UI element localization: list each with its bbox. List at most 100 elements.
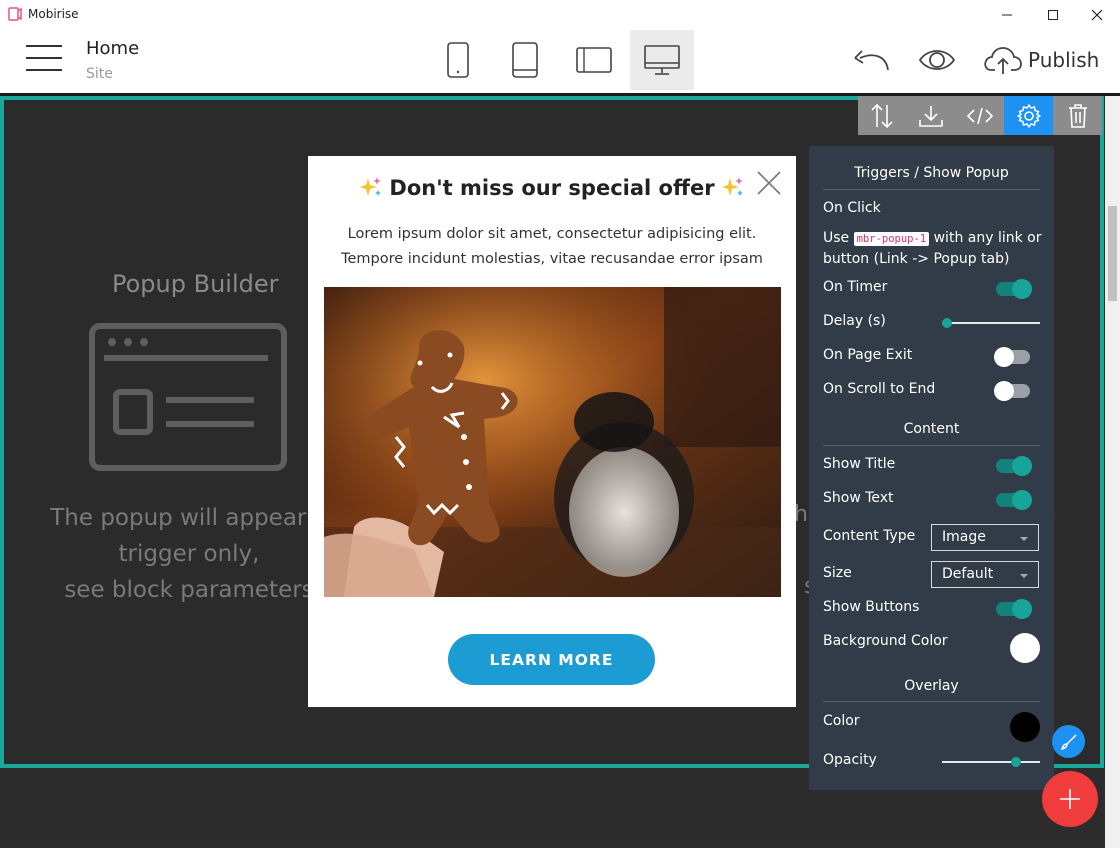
- publish-button[interactable]: Publish: [1028, 48, 1099, 72]
- page-title[interactable]: Home: [86, 38, 139, 59]
- show-buttons-toggle[interactable]: [996, 599, 1032, 619]
- device-tablet-button[interactable]: [493, 30, 557, 90]
- add-block-button[interactable]: [1042, 771, 1098, 827]
- triggers-heading: Triggers / Show Popup: [854, 165, 1009, 181]
- sparkles-icon: [721, 177, 743, 196]
- app-toolbar: Home Site Publish: [0, 30, 1120, 93]
- popup-text: Lorem ipsum dolor sit amet, consectetur …: [328, 222, 776, 271]
- popup-builder-title: Popup Builder: [112, 270, 279, 298]
- preview-eye-icon[interactable]: [918, 46, 956, 74]
- popup-id-code: mbr-popup-1: [853, 232, 930, 246]
- toggle-knob: [1012, 456, 1032, 476]
- phone-portrait-icon: [447, 42, 469, 78]
- close-window-button[interactable]: [1074, 0, 1120, 30]
- block-parameters-panel: Triggers / Show Popup On Click Use mbr-p…: [809, 146, 1054, 790]
- show-text-label: Show Text: [823, 490, 894, 506]
- show-title-label: Show Title: [823, 456, 896, 472]
- code-editor-button[interactable]: [956, 96, 1005, 135]
- hamburger-line: [26, 57, 62, 59]
- sparkles-icon: [360, 177, 382, 196]
- size-value: Default: [942, 566, 994, 582]
- slider-handle[interactable]: [1011, 757, 1021, 767]
- hamburger-line: [26, 69, 62, 71]
- scrollbar-thumb[interactable]: [1108, 206, 1117, 301]
- on-click-label: On Click: [823, 200, 881, 216]
- on-click-note: Use mbr-popup-1 with any link or button …: [823, 228, 1045, 269]
- minimize-icon: [1002, 14, 1012, 16]
- toggle-knob: [1012, 599, 1032, 619]
- description-line: trigger only,: [118, 541, 260, 567]
- popup-builder-description: The popup will appear o trigger only, se…: [34, 500, 344, 608]
- close-icon: [1091, 9, 1103, 21]
- save-block-button[interactable]: [907, 96, 956, 135]
- overlay-color-swatch[interactable]: [1010, 712, 1040, 742]
- maximize-button[interactable]: [1030, 0, 1076, 30]
- sort-arrows-icon: [871, 103, 893, 128]
- on-timer-toggle[interactable]: [996, 279, 1032, 299]
- cloud-upload-icon[interactable]: [983, 44, 1023, 76]
- mobirise-logo-icon: [8, 7, 22, 21]
- toggle-knob: [994, 381, 1014, 401]
- device-phone-button[interactable]: [426, 30, 490, 90]
- block-parameters-button[interactable]: [1004, 96, 1054, 135]
- overlay-heading: Overlay: [904, 678, 959, 694]
- slider-handle[interactable]: [942, 318, 952, 328]
- page-subtitle: Site: [86, 66, 113, 82]
- opacity-slider[interactable]: [942, 757, 1040, 767]
- device-desktop-button[interactable]: [630, 30, 694, 90]
- overlay-color-label: Color: [823, 713, 860, 729]
- move-block-button[interactable]: [858, 96, 907, 135]
- content-type-label: Content Type: [823, 528, 916, 544]
- menu-button[interactable]: [26, 45, 62, 75]
- block-actions-toolbar: [858, 96, 1102, 135]
- edit-style-button[interactable]: [1052, 725, 1085, 758]
- popup-text-line: Lorem ipsum dolor sit amet, consectetur …: [347, 226, 757, 242]
- window-title: Mobirise: [28, 7, 79, 21]
- popup-window-icon: [89, 323, 287, 471]
- title-bar: Mobirise: [0, 0, 1120, 30]
- popup-text-line: Tempore incidunt molestias, vitae recusa…: [341, 250, 763, 267]
- background-text-fragment: h: [794, 502, 808, 527]
- divider: [823, 445, 1040, 446]
- popup-title-text: Don't miss our special offer: [389, 176, 715, 200]
- hamburger-icon: [26, 45, 62, 47]
- background-color-label: Background Color: [823, 633, 948, 649]
- show-buttons-label: Show Buttons: [823, 599, 920, 615]
- on-scroll-label: On Scroll to End: [823, 381, 936, 397]
- divider: [823, 189, 1040, 190]
- background-color-swatch[interactable]: [1010, 633, 1040, 663]
- on-page-exit-toggle[interactable]: [994, 347, 1030, 367]
- size-label: Size: [823, 565, 852, 581]
- popup-dialog: Don't miss our special offer Lorem ipsum…: [308, 156, 796, 707]
- popup-image: [324, 287, 781, 597]
- chevron-down-icon: [1020, 574, 1028, 578]
- on-page-exit-label: On Page Exit: [823, 347, 913, 363]
- undo-icon[interactable]: [852, 46, 892, 74]
- desktop-icon: [644, 45, 680, 75]
- plus-icon: [1060, 789, 1080, 809]
- toggle-knob: [1012, 279, 1032, 299]
- gear-icon: [1017, 103, 1041, 128]
- tablet-portrait-icon: [512, 42, 538, 78]
- content-heading: Content: [903, 421, 960, 437]
- show-text-toggle[interactable]: [996, 490, 1032, 510]
- delay-label: Delay (s): [823, 313, 886, 329]
- device-tablet-landscape-button[interactable]: [562, 30, 626, 90]
- size-select[interactable]: Default: [931, 561, 1039, 588]
- on-click-note-prefix: Use: [823, 230, 850, 246]
- vertical-scrollbar[interactable]: [1105, 96, 1120, 848]
- on-timer-label: On Timer: [823, 279, 888, 295]
- on-scroll-toggle[interactable]: [994, 381, 1030, 401]
- content-type-select[interactable]: Image: [931, 524, 1039, 551]
- delete-block-button[interactable]: [1053, 96, 1102, 135]
- chevron-down-icon: [1020, 537, 1028, 541]
- divider: [823, 701, 1040, 702]
- maximize-icon: [1048, 10, 1058, 20]
- minimize-button[interactable]: [984, 0, 1030, 30]
- on-click-note-suffix: with any link or: [933, 230, 1042, 246]
- toggle-knob: [994, 347, 1014, 367]
- delay-slider[interactable]: [942, 318, 1040, 328]
- learn-more-button[interactable]: LEARN MORE: [448, 634, 655, 685]
- content-type-value: Image: [942, 529, 986, 545]
- show-title-toggle[interactable]: [996, 456, 1032, 476]
